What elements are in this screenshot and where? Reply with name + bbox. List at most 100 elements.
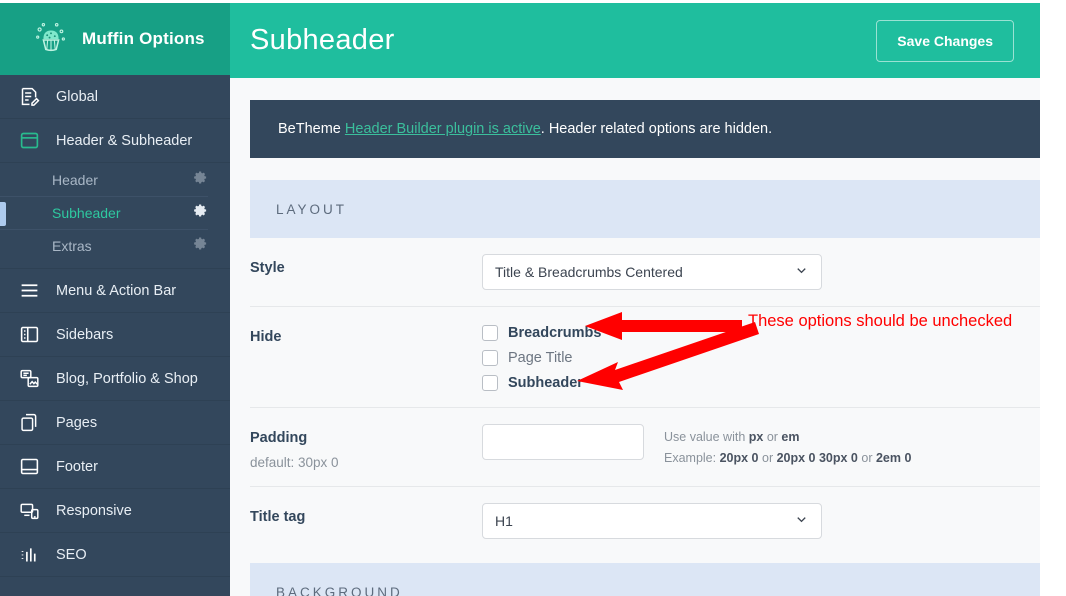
sidebar-item-label: Blog, Portfolio & Shop (56, 370, 198, 387)
style-select-value: Title & Breadcrumbs Centered (495, 264, 683, 280)
notice-prefix: BeTheme (278, 121, 345, 137)
hint-text: Example: (664, 450, 720, 465)
row-field-padding: Use value with px or em Example: 20px 0 … (482, 424, 1040, 468)
hint-text: Use value with (664, 430, 749, 444)
field-label: Title tag (250, 509, 306, 525)
hide-checkbox-group: Breadcrumbs Page Title Subheader (482, 323, 1040, 391)
sidebar-item-label: Menu & Action Bar (56, 282, 177, 299)
row-padding: Padding default: 30px 0 Use value with p… (250, 408, 1040, 487)
section-header-background: BACKGROUND (250, 563, 1040, 596)
row-field-style: Title & Breadcrumbs Centered (482, 254, 1040, 290)
checkbox-box[interactable] (482, 325, 498, 341)
checkbox-label: Breadcrumbs (508, 325, 602, 341)
chevron-down-icon (794, 263, 809, 281)
sidebar-item-label: Global (56, 88, 98, 105)
gear-icon[interactable] (193, 236, 208, 256)
page-topbar: Subheader Save Changes (230, 3, 1040, 78)
notice-suffix: . Header related options are hidden. (540, 121, 773, 137)
save-changes-button[interactable]: Save Changes (876, 19, 1014, 62)
sidebar-subitem-label: Extras (52, 238, 92, 254)
sidebar-subitem-label: Subheader (52, 205, 121, 221)
row-field-title-tag: H1 (482, 503, 1040, 539)
sidebar-item-label: Sidebars (56, 326, 114, 343)
sidebar-item-label: Header & Subheader (56, 132, 193, 149)
style-select[interactable]: Title & Breadcrumbs Centered (482, 254, 822, 290)
responsive-devices-icon (18, 500, 40, 522)
padding-hint-line-2: Example: 20px 0 or 20px 0 30px 0 or 2em … (664, 448, 911, 469)
section-title: LAYOUT (276, 201, 348, 217)
hint-example-3: 2em 0 (875, 450, 912, 465)
sidebar-item-seo[interactable]: SEO (0, 533, 230, 577)
app-root: Muffin Options Global Header & Subheader… (0, 0, 1066, 596)
section-title: BACKGROUND (276, 584, 403, 596)
main-panel: Subheader Save Changes BeTheme Header Bu… (230, 3, 1066, 596)
muffin-cupcake-icon (32, 20, 70, 58)
sidebar-subitem-extras[interactable]: Extras (0, 229, 208, 262)
row-field-hide: Breadcrumbs Page Title Subheader (482, 323, 1040, 391)
hint-unit-em: em (781, 430, 800, 444)
right-gutter (1040, 3, 1066, 596)
checkbox-label: Page Title (508, 350, 573, 366)
plugin-notice-banner: BeTheme Header Builder plugin is active.… (250, 100, 1040, 158)
sidebar-item-label: Responsive (56, 502, 132, 519)
row-label-padding: Padding default: 30px 0 (250, 424, 482, 470)
page-title: Subheader (250, 24, 395, 56)
title-tag-select-value: H1 (495, 513, 513, 529)
sidebar-item-blog-portfolio-shop[interactable]: Blog, Portfolio & Shop (0, 357, 230, 401)
field-label: Padding (250, 430, 308, 446)
padding-hint: Use value with px or em Example: 20px 0 … (664, 424, 911, 468)
sidebar-item-label: Pages (56, 414, 98, 431)
chevron-down-icon (794, 512, 809, 530)
row-label-title-tag: Title tag (250, 503, 482, 525)
footer-layout-icon (18, 456, 40, 478)
sidebar-item-responsive[interactable]: Responsive (0, 489, 230, 533)
header-builder-link[interactable]: Header Builder plugin is active (345, 121, 541, 137)
hint-text: or (763, 430, 782, 444)
field-label: Style (250, 260, 285, 276)
hamburger-menu-icon (18, 280, 40, 302)
row-style: Style Title & Breadcrumbs Centered (250, 238, 1040, 307)
sidebar: Muffin Options Global Header & Subheader… (0, 3, 230, 596)
gear-icon[interactable] (193, 170, 208, 190)
hint-example-1: 20px 0 (719, 450, 759, 465)
sidebar-item-menu-action-bar[interactable]: Menu & Action Bar (0, 269, 230, 313)
brand-header[interactable]: Muffin Options (0, 3, 230, 75)
sidebar-item-global[interactable]: Global (0, 75, 230, 119)
row-title-tag: Title tag H1 (250, 487, 1040, 555)
sidebar-subitem-subheader[interactable]: Subheader (0, 196, 208, 229)
header-layout-icon (18, 130, 40, 152)
row-label-style: Style (250, 254, 482, 276)
active-indicator-bar (0, 202, 6, 226)
sidebar-item-footer[interactable]: Footer (0, 445, 230, 489)
title-tag-select[interactable]: H1 (482, 503, 822, 539)
hint-text: or (758, 450, 777, 465)
hint-text: or (857, 450, 876, 465)
pages-copy-icon (18, 412, 40, 434)
checkbox-label: Subheader (508, 375, 583, 391)
checkbox-box[interactable] (482, 350, 498, 366)
sidebar-item-label: SEO (56, 546, 87, 563)
settings-content: BeTheme Header Builder plugin is active.… (230, 78, 1040, 596)
annotation-text: These options should be unchecked (748, 312, 1013, 330)
brand-title: Muffin Options (82, 29, 205, 48)
sidebar-item-sidebars[interactable]: Sidebars (0, 313, 230, 357)
field-default-note: default: 30px 0 (250, 455, 339, 470)
sidebar-subitem-label: Header (52, 171, 98, 188)
sidebar-subnav: Header Subheader Extras (0, 163, 230, 269)
document-edit-icon (18, 86, 40, 108)
blog-image-icon (18, 368, 40, 390)
sidebar-subitem-header[interactable]: Header (0, 163, 208, 196)
sidebar-item-pages[interactable]: Pages (0, 401, 230, 445)
padding-input[interactable] (482, 424, 644, 460)
hint-example-2: 20px 0 30px 0 (776, 450, 858, 465)
sidebar-item-label: Footer (56, 458, 98, 475)
field-label: Hide (250, 329, 282, 345)
hint-unit-px: px (748, 430, 764, 444)
sidebar-layout-icon (18, 324, 40, 346)
checkbox-box[interactable] (482, 375, 498, 391)
checkbox-page-title[interactable]: Page Title (482, 350, 1040, 366)
section-header-layout: LAYOUT (250, 180, 1040, 238)
gear-icon[interactable] (193, 203, 208, 223)
checkbox-subheader[interactable]: Subheader (482, 375, 1040, 391)
sidebar-item-header-subheader[interactable]: Header & Subheader (0, 119, 230, 163)
